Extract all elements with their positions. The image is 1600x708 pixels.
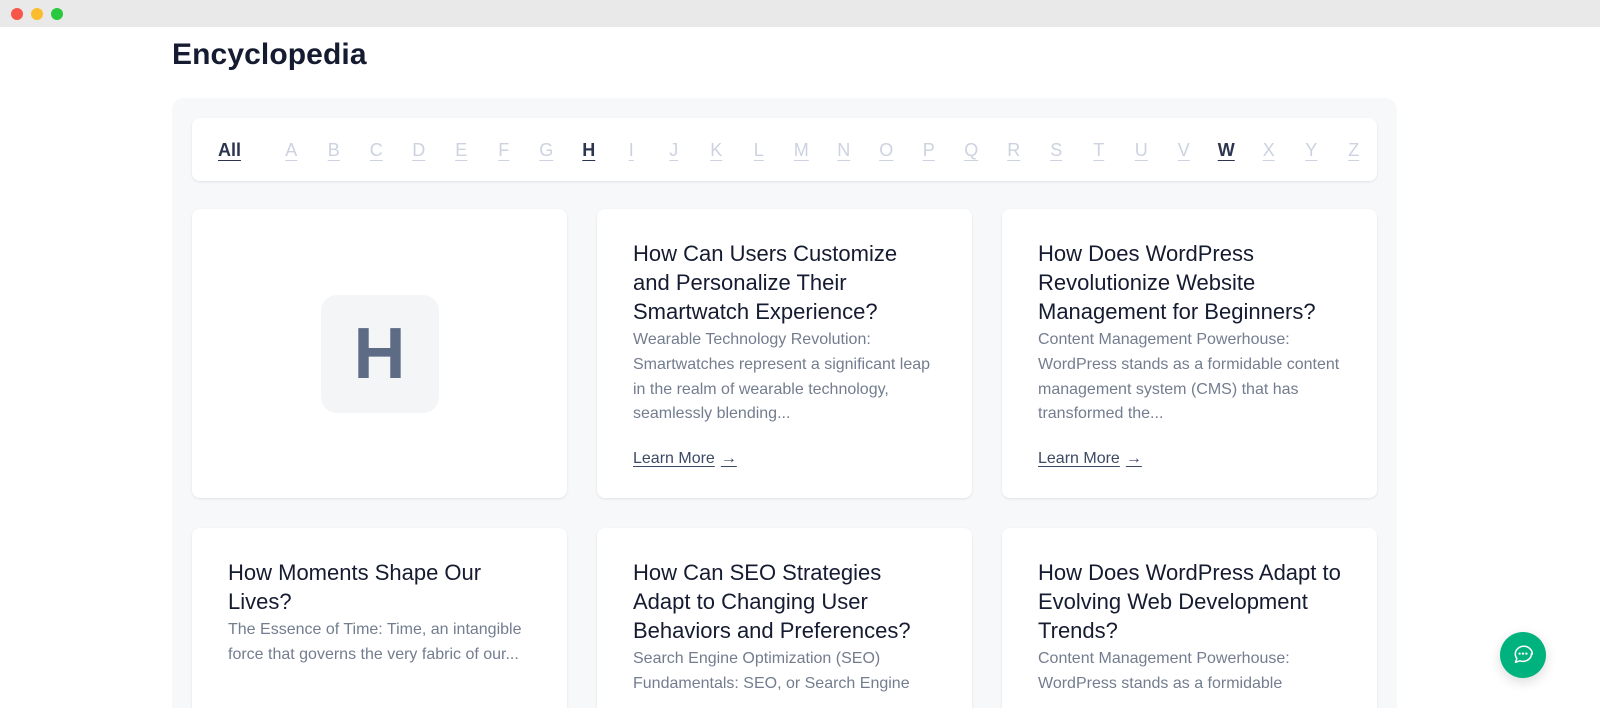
article-card[interactable]: How Can Users Customize and Personalize … [597, 209, 972, 498]
alphabet-filter-e[interactable]: E [440, 141, 483, 159]
alphabet-filter-u[interactable]: U [1120, 141, 1163, 159]
chat-bubble-dots-icon [1511, 642, 1535, 669]
alphabet-filter-a[interactable]: A [270, 141, 313, 159]
traffic-lights [11, 8, 63, 20]
alphabet-filter-x[interactable]: X [1248, 141, 1291, 159]
alphabet-filter-s[interactable]: S [1035, 141, 1078, 159]
article-card[interactable]: How Does WordPress Revolutionize Website… [1002, 209, 1377, 498]
letter-tile: H [321, 295, 439, 413]
alphabet-filter-all[interactable]: All [218, 141, 270, 159]
alphabet-filter-k[interactable]: K [695, 141, 738, 159]
minimize-window-button[interactable] [31, 8, 43, 20]
learn-more-link[interactable]: Learn More → [633, 450, 737, 468]
alphabet-filter-l[interactable]: L [738, 141, 781, 159]
article-title: How Can SEO Strategies Adapt to Changing… [633, 558, 936, 645]
article-excerpt: Content Management Powerhouse: WordPress… [1038, 647, 1341, 708]
alphabet-filter-j[interactable]: J [653, 141, 696, 159]
alphabet-filter-h[interactable]: H [568, 141, 611, 159]
article-title: How Does WordPress Revolutionize Website… [1038, 239, 1341, 326]
close-window-button[interactable] [11, 8, 23, 20]
article-excerpt: Search Engine Optimization (SEO) Fundame… [633, 647, 936, 708]
alphabet-filter-z[interactable]: Z [1333, 141, 1376, 159]
maximize-window-button[interactable] [51, 8, 63, 20]
article-excerpt: Wearable Technology Revolution: Smartwat… [633, 328, 936, 442]
alphabet-filter-b[interactable]: B [313, 141, 356, 159]
alphabet-filter-d[interactable]: D [398, 141, 441, 159]
letter-tile-card: H [192, 209, 567, 498]
article-title: How Does WordPress Adapt to Evolving Web… [1038, 558, 1341, 645]
alphabet-filter-w[interactable]: W [1205, 141, 1248, 159]
alphabet-filter-list: AllABCDEFGHIJKLMNOPQRSTUVWXYZ [218, 141, 1351, 159]
alphabet-filter-i[interactable]: I [610, 141, 653, 159]
browser-window-chrome [0, 0, 1600, 27]
article-card[interactable]: How Does WordPress Adapt to Evolving Web… [1002, 528, 1377, 708]
alphabet-filter-y[interactable]: Y [1290, 141, 1333, 159]
alphabet-filter-c[interactable]: C [355, 141, 398, 159]
arrow-right-icon: → [721, 451, 737, 467]
learn-more-label: Learn More [633, 450, 715, 468]
article-card[interactable]: How Can SEO Strategies Adapt to Changing… [597, 528, 972, 708]
encyclopedia-panel: AllABCDEFGHIJKLMNOPQRSTUVWXYZ HHow Can U… [172, 98, 1397, 708]
alphabet-filter-f[interactable]: F [483, 141, 526, 159]
alphabet-filter-v[interactable]: V [1163, 141, 1206, 159]
page-title: Encyclopedia [172, 35, 367, 76]
alphabet-filter-q[interactable]: Q [950, 141, 993, 159]
encyclopedia-card-grid: H How Can Users Customize and Personalize… [192, 209, 1377, 708]
arrow-right-icon: → [1126, 451, 1142, 467]
article-card[interactable]: How Moments Shape Our Lives?The Essence … [192, 528, 567, 708]
alphabet-filter-t[interactable]: T [1078, 141, 1121, 159]
chat-widget-button[interactable] [1500, 632, 1546, 678]
article-excerpt: Content Management Powerhouse: WordPress… [1038, 328, 1341, 442]
page-content: Encyclopedia AllABCDEFGHIJKLMNOPQRSTUVWX… [0, 27, 1600, 708]
alphabet-filter-r[interactable]: R [993, 141, 1036, 159]
article-title: How Moments Shape Our Lives? [228, 558, 531, 616]
learn-more-link[interactable]: Learn More → [1038, 450, 1142, 468]
letter-tile-glyph: H [354, 318, 406, 390]
article-title: How Can Users Customize and Personalize … [633, 239, 936, 326]
alphabet-filter-o[interactable]: O [865, 141, 908, 159]
alphabet-filter-m[interactable]: M [780, 141, 823, 159]
learn-more-label: Learn More [1038, 450, 1120, 468]
article-excerpt: The Essence of Time: Time, an intangible… [228, 618, 531, 708]
alphabet-filter-n[interactable]: N [823, 141, 866, 159]
alphabet-filter-g[interactable]: G [525, 141, 568, 159]
alphabet-filter-p[interactable]: P [908, 141, 951, 159]
alphabet-filter-nav: AllABCDEFGHIJKLMNOPQRSTUVWXYZ [192, 118, 1377, 181]
